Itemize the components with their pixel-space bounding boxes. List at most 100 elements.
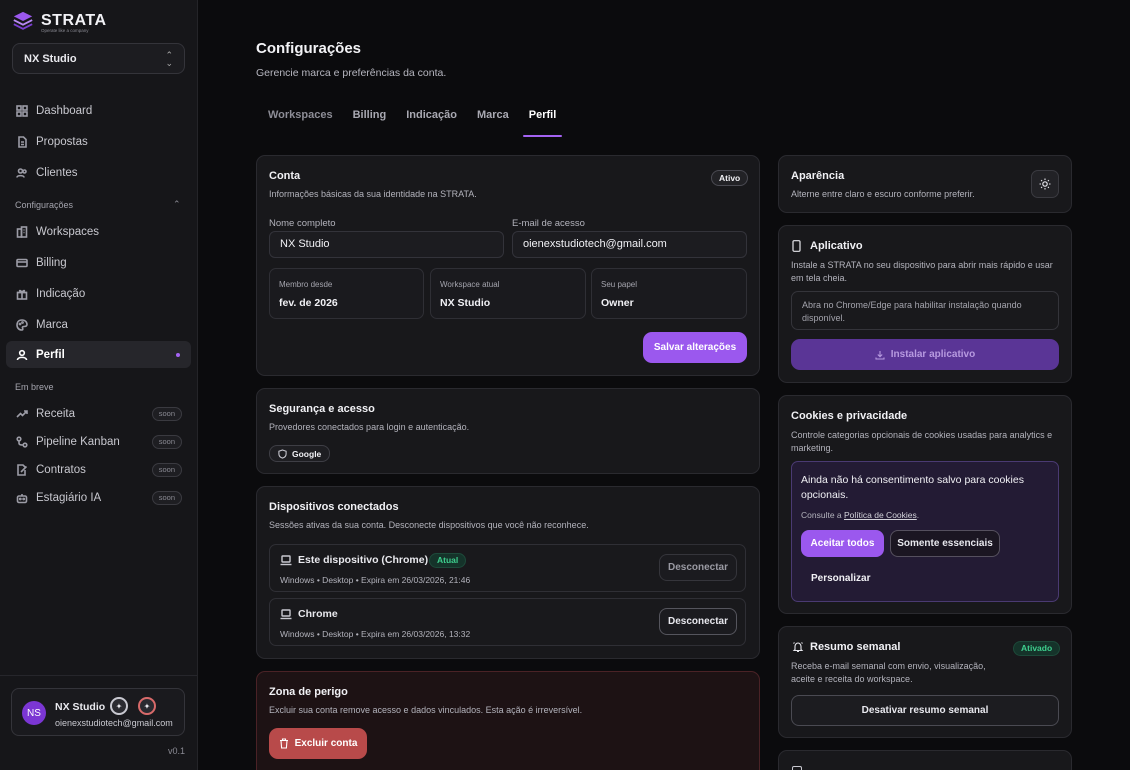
stat-value: fev. de 2026: [279, 297, 338, 309]
provider-label: Google: [292, 448, 322, 459]
stat-label: Workspace atual: [440, 280, 500, 289]
page-subtitle: Gerencie marca e preferências da conta.: [256, 67, 447, 79]
security-subtitle: Provedores conectados para login e auten…: [269, 422, 470, 432]
sidebar-item-estagiario-ia[interactable]: Estagiário IA soon: [6, 484, 191, 511]
sidebar-item-receita[interactable]: Receita soon: [6, 400, 191, 427]
gift-icon: [16, 289, 28, 300]
tab-perfil[interactable]: Perfil: [519, 109, 567, 137]
sidebar-item-perfil[interactable]: Perfil: [6, 341, 191, 368]
security-card: Segurança e acesso Provedores conectados…: [256, 388, 760, 474]
shield-icon: [278, 448, 287, 459]
install-app-button[interactable]: Instalar aplicativo: [791, 339, 1059, 370]
user-icon: [16, 349, 28, 360]
credit-card-icon: [16, 258, 28, 267]
soon-badge: soon: [151, 463, 182, 477]
devices-title: Dispositivos conectados: [269, 501, 399, 513]
achievement-badge-icon: ✦: [110, 697, 128, 715]
sidebar-item-clientes[interactable]: Clientes: [6, 159, 191, 186]
sidebar-item-billing[interactable]: Billing: [6, 249, 191, 276]
appearance-subtitle: Alterne entre claro e escuro conforme pr…: [791, 189, 975, 199]
danger-zone-card: Zona de perigo Excluir sua conta remove …: [256, 671, 760, 770]
appearance-title: Aparência: [791, 170, 845, 182]
user-name: NX Studio: [55, 701, 106, 713]
device-row: Chrome Windows • Desktop • Expira em 26/…: [269, 598, 746, 646]
trash-icon: [279, 738, 288, 749]
device-meta: Windows • Desktop • Expira em 26/03/2026…: [280, 629, 471, 639]
sun-icon: [1039, 178, 1051, 190]
sidebar-item-label: Dashboard: [36, 104, 93, 117]
device-row: Este dispositivo (Chrome) Atual Windows …: [269, 544, 746, 592]
tab-marca[interactable]: Marca: [467, 109, 519, 131]
sidebar-item-dashboard[interactable]: Dashboard: [6, 97, 191, 124]
disable-weekly-summary-button[interactable]: Desativar resumo semanal: [791, 695, 1059, 726]
essential-cookies-button[interactable]: Somente essenciais: [890, 530, 1000, 557]
delete-account-label: Excluir conta: [294, 738, 358, 749]
name-field[interactable]: NX Studio: [269, 231, 504, 258]
workflow-icon: [16, 435, 28, 448]
sidebar-item-workspaces[interactable]: Workspaces: [6, 218, 191, 245]
sidebar: STRATA Operate like a company NX Studio …: [0, 0, 198, 770]
chevron-up-down-icon: ⌃ ⌄: [165, 49, 173, 68]
app-subtitle: Instale a STRATA no seu dispositivo para…: [791, 260, 1053, 283]
sidebar-divider: [0, 675, 197, 676]
sidebar-item-label: Propostas: [36, 135, 88, 148]
stat-value: Owner: [601, 297, 634, 309]
tab-billing[interactable]: Billing: [343, 109, 397, 131]
soon-badge: soon: [151, 407, 182, 421]
save-button[interactable]: Salvar alterações: [643, 332, 747, 363]
sidebar-item-propostas[interactable]: Propostas: [6, 128, 191, 155]
sidebar-item-contratos[interactable]: Contratos soon: [6, 456, 191, 483]
accept-all-cookies-button[interactable]: Aceitar todos: [801, 530, 884, 557]
user-card[interactable]: NS NX Studio ✦ ✦ oienexstudiotech@gmail.…: [11, 688, 185, 736]
cookies-subtitle: Controle categorias opcionais de cookies…: [791, 430, 1053, 453]
tab-indicacao[interactable]: Indicação: [396, 109, 467, 131]
settings-tabs: Workspaces Billing Indicação Marca Perfi…: [256, 109, 567, 137]
file-signature-icon: [17, 463, 28, 476]
role-stat: Seu papel Owner: [591, 268, 747, 319]
sidebar-section-configuracoes[interactable]: Configurações: [15, 200, 73, 210]
achievement-badge-icon: ✦: [138, 697, 156, 715]
app-version: v0.1: [168, 746, 186, 756]
app-title: Aplicativo: [810, 240, 863, 252]
danger-title: Zona de perigo: [269, 686, 348, 698]
disconnect-button[interactable]: Desconectar: [659, 608, 737, 635]
sidebar-item-label: Receita: [36, 407, 75, 420]
bot-icon: [16, 493, 28, 503]
customize-cookies-button[interactable]: Personalizar: [811, 573, 870, 584]
smartphone-icon: [792, 240, 801, 252]
download-icon: [875, 350, 885, 360]
avatar: NS: [22, 701, 46, 725]
cookie-policy-link[interactable]: Política de Cookies: [844, 510, 917, 520]
delete-account-button[interactable]: Excluir conta: [269, 728, 367, 759]
theme-toggle-button[interactable]: [1031, 170, 1059, 198]
device-name: Chrome: [298, 608, 338, 620]
disconnect-button[interactable]: Desconectar: [659, 554, 737, 581]
brand-logo[interactable]: STRATA Operate like a company: [12, 10, 107, 33]
building-icon: [16, 225, 28, 238]
workspace-selector[interactable]: NX Studio ⌃ ⌄: [12, 43, 185, 74]
status-badge: Ativo: [711, 170, 749, 186]
install-hint: Abra no Chrome/Edge para habilitar insta…: [791, 291, 1059, 330]
chevron-up-icon[interactable]: ⌃: [173, 199, 181, 210]
card-icon: [792, 766, 802, 770]
palette-icon: [16, 318, 28, 331]
brand-tagline: Operate like a company: [41, 28, 89, 33]
workspace-stat: Workspace atual NX Studio: [430, 268, 586, 319]
stat-label: Membro desde: [279, 280, 333, 289]
current-device-badge: Atual: [429, 553, 467, 568]
install-app-label: Instalar aplicativo: [890, 349, 976, 360]
sidebar-item-label: Clientes: [36, 166, 78, 179]
workspace-selector-value: NX Studio: [24, 52, 77, 65]
tab-workspaces[interactable]: Workspaces: [256, 109, 343, 131]
email-field[interactable]: oienexstudiotech@gmail.com: [512, 231, 747, 258]
sidebar-item-label: Perfil: [36, 348, 65, 361]
sidebar-item-indicacao[interactable]: Indicação: [6, 280, 191, 307]
device-name: Este dispositivo (Chrome): [298, 554, 429, 566]
sidebar-item-pipeline-kanban[interactable]: Pipeline Kanban soon: [6, 428, 191, 455]
app-install-card: Aplicativo Instale a STRATA no seu dispo…: [778, 225, 1072, 383]
weekly-status-badge: Ativado: [1013, 641, 1061, 656]
account-title: Conta: [269, 170, 301, 182]
users-icon: [16, 167, 27, 178]
sidebar-item-marca[interactable]: Marca: [6, 311, 191, 338]
dashboard-icon: [16, 104, 28, 117]
